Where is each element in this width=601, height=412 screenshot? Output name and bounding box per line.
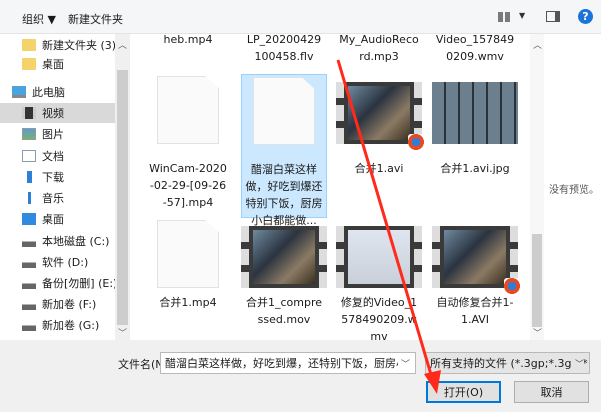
annotation-arrow [336, 59, 441, 394]
